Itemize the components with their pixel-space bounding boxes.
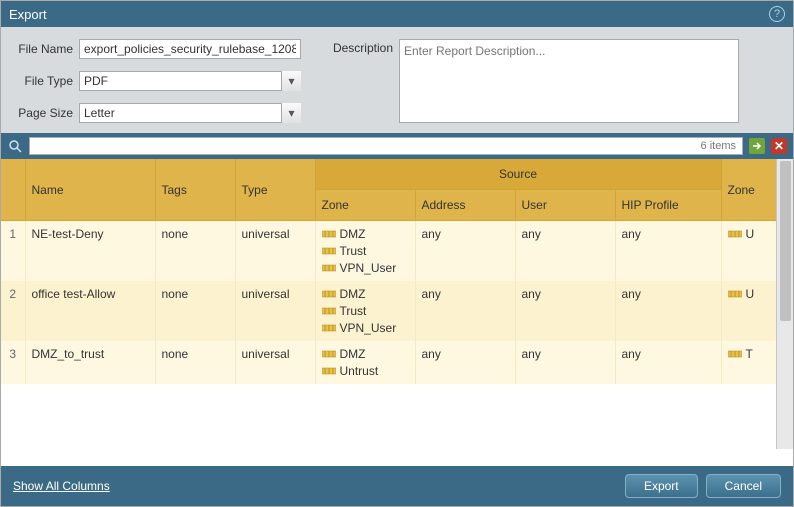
chevron-down-icon[interactable]: ▾ [281, 71, 301, 91]
cell-address: any [415, 221, 515, 282]
col-dest-zone[interactable]: Zone [721, 159, 781, 221]
search-icon[interactable] [7, 138, 23, 154]
col-address[interactable]: Address [415, 190, 515, 221]
cell-type: universal [235, 341, 315, 384]
cell-dest-zone: U [721, 221, 781, 282]
col-name[interactable]: Name [25, 159, 155, 221]
item-count: 6 items [701, 140, 736, 152]
cell-name: office test-Allow [25, 281, 155, 341]
cell-type: universal [235, 221, 315, 282]
vertical-scrollbar[interactable] [776, 159, 793, 449]
description-label: Description [319, 39, 393, 123]
dialog-title: Export [9, 7, 47, 22]
cell-user: any [515, 221, 615, 282]
zone-item: VPN_User [322, 261, 409, 275]
zone-item: Trust [322, 304, 409, 318]
cell-address: any [415, 341, 515, 384]
zone-item: Trust [322, 244, 409, 258]
page-size-select[interactable]: ▾ [79, 103, 301, 123]
footer: Show All Columns Export Cancel [1, 466, 793, 506]
cell-zone: DMZ Untrust [315, 341, 415, 384]
cell-hip: any [615, 281, 721, 341]
table-row[interactable]: 1NE-test-Denynoneuniversal DMZ Trust VPN_Us… [1, 221, 781, 282]
clear-icon[interactable]: ✕ [771, 138, 787, 154]
col-hip[interactable]: HIP Profile [615, 190, 721, 221]
search-bar: 6 items ✕ [1, 133, 793, 159]
form-area: File Name File Type ▾ Page Size ▾ Descri… [1, 27, 793, 133]
file-type-value[interactable] [79, 71, 301, 91]
search-input[interactable]: 6 items [29, 137, 743, 155]
grid: Name Tags Type Source Zone Zone Address … [1, 159, 793, 466]
cell-zone: DMZ Trust VPN_User [315, 221, 415, 282]
cell-type: universal [235, 281, 315, 341]
zone-item: VPN_User [322, 321, 409, 335]
export-button[interactable]: Export [625, 474, 698, 498]
export-dialog: Export ? File Name File Type ▾ Page Size… [0, 0, 794, 507]
cell-hip: any [615, 341, 721, 384]
cell-name: NE-test-Deny [25, 221, 155, 282]
zone-item: T [728, 347, 775, 361]
cell-tags: none [155, 281, 235, 341]
cell-user: any [515, 281, 615, 341]
chevron-down-icon[interactable]: ▾ [281, 103, 301, 123]
cell-tags: none [155, 341, 235, 384]
col-type[interactable]: Type [235, 159, 315, 221]
page-size-label: Page Size [9, 106, 73, 120]
row-num: 3 [1, 341, 25, 384]
file-type-label: File Type [9, 74, 73, 88]
help-icon[interactable]: ? [769, 6, 785, 22]
cell-name: DMZ_to_trust [25, 341, 155, 384]
zone-item: U [728, 287, 775, 301]
col-tags[interactable]: Tags [155, 159, 235, 221]
col-source-group: Source [315, 159, 721, 190]
zone-item: DMZ [322, 287, 409, 301]
zone-item: Untrust [322, 364, 409, 378]
file-name-input[interactable] [79, 39, 301, 59]
col-num[interactable] [1, 159, 25, 221]
col-zone[interactable]: Zone [315, 190, 415, 221]
row-num: 2 [1, 281, 25, 341]
zone-item: DMZ [322, 347, 409, 361]
cell-hip: any [615, 221, 721, 282]
cell-address: any [415, 281, 515, 341]
cell-zone: DMZ Trust VPN_User [315, 281, 415, 341]
description-textarea[interactable] [399, 39, 739, 123]
page-size-value[interactable] [79, 103, 301, 123]
file-name-label: File Name [9, 42, 73, 56]
table-row[interactable]: 3DMZ_to_trustnoneuniversalDMZUntrustanya… [1, 341, 781, 384]
cell-user: any [515, 341, 615, 384]
titlebar: Export ? [1, 1, 793, 27]
show-all-columns-link[interactable]: Show All Columns [13, 479, 110, 493]
col-user[interactable]: User [515, 190, 615, 221]
zone-item: DMZ [322, 227, 409, 241]
cancel-button[interactable]: Cancel [706, 474, 781, 498]
zone-item: U [728, 227, 775, 241]
file-type-select[interactable]: ▾ [79, 71, 301, 91]
rules-table: Name Tags Type Source Zone Zone Address … [1, 159, 782, 384]
cell-dest-zone: T [721, 341, 781, 384]
cell-tags: none [155, 221, 235, 282]
cell-dest-zone: U [721, 281, 781, 341]
table-row[interactable]: 2office test-Allownoneuniversal DMZ Trust V… [1, 281, 781, 341]
row-num: 1 [1, 221, 25, 282]
go-icon[interactable] [749, 138, 765, 154]
